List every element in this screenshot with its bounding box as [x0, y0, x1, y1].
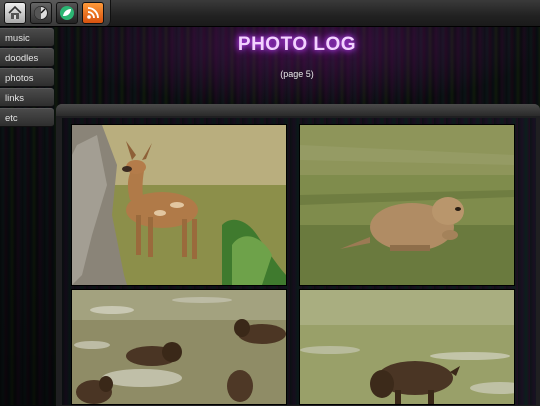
toolbar-button-group	[0, 0, 111, 26]
menu-item-photos[interactable]: photos	[0, 68, 54, 87]
photo-bison[interactable]	[299, 289, 515, 405]
page-title: PHOTO LOG	[237, 34, 357, 55]
menu-item-etc[interactable]: etc	[0, 108, 54, 127]
leaf-button[interactable]	[56, 2, 78, 24]
photo-deer[interactable]	[71, 124, 287, 286]
menu-item-links[interactable]: links	[0, 88, 54, 107]
menu-item-music[interactable]: music	[0, 28, 54, 47]
photo-bison-herd[interactable]	[71, 289, 287, 405]
page-subtitle: (page 5)	[280, 69, 314, 79]
sidebar-menu: music doodles photos links etc	[0, 28, 54, 128]
rss-icon	[87, 7, 99, 19]
gallery-panel-header	[56, 104, 540, 116]
home-icon	[8, 5, 22, 19]
dial-button[interactable]	[30, 2, 52, 24]
home-button[interactable]	[4, 2, 26, 24]
rss-button[interactable]	[82, 2, 104, 24]
menu-item-doodles[interactable]: doodles	[0, 48, 54, 67]
photo-prairie-dog[interactable]	[299, 124, 515, 286]
leaf-icon	[60, 6, 74, 20]
dial-icon	[34, 6, 48, 20]
top-toolbar	[0, 0, 540, 27]
